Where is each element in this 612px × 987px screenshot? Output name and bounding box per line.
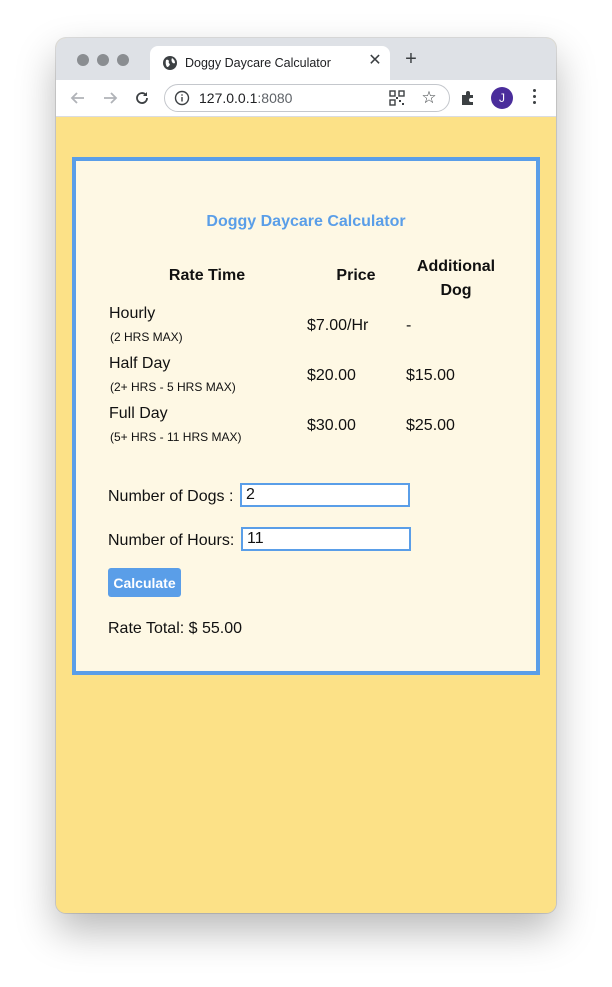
header-price: Price [336,267,376,284]
back-arrow-icon[interactable] [68,88,88,108]
address-bar[interactable]: 127.0.0.1:8080 ☆ [164,84,450,112]
reload-icon[interactable] [132,88,152,108]
rate-price: $30.00 [307,417,356,434]
rate-name: Half Day [109,355,171,372]
maximize-window-button[interactable] [117,54,129,66]
calculator-card: Doggy Daycare Calculator Rate Time Price… [72,157,540,675]
rate-note: (2+ HRS - 5 HRS MAX) [110,380,236,394]
browser-toolbar: 127.0.0.1:8080 ☆ J [56,80,556,117]
url-text: 127.0.0.1:8080 [199,90,292,106]
plus-icon[interactable]: + [402,49,420,69]
tab-title: Doggy Daycare Calculator [185,56,331,70]
page-viewport: Doggy Daycare Calculator Rate Time Price… [56,117,556,913]
hours-label: Number of Hours: [108,532,235,549]
header-rate-time: Rate Time [168,267,246,284]
page-title: Doggy Daycare Calculator [206,213,406,230]
dogs-input[interactable] [240,483,410,507]
rate-total: Rate Total: $ 55.00 [108,620,243,637]
rate-name: Full Day [109,405,168,422]
rate-additional: $25.00 [406,417,455,434]
url-host: 127.0.0.1 [199,90,258,106]
header-additional-dog: Additional Dog [396,255,516,303]
star-icon[interactable]: ☆ [419,88,439,108]
rate-additional: $15.00 [406,367,455,384]
rate-additional: - [406,317,412,334]
more-vert-icon[interactable] [528,89,540,107]
header-additional-line2: Dog [440,282,472,299]
rate-name: Hourly [109,305,156,322]
close-window-button[interactable] [77,54,89,66]
dogs-label: Number of Dogs : [108,488,234,505]
puzzle-extension-icon[interactable] [459,89,477,107]
url-port: :8080 [257,90,293,106]
hours-input[interactable] [241,527,411,551]
rate-row-half-day: Half Day (2+ HRS - 5 HRS MAX) $20.00 $15… [76,355,536,405]
rate-note: (5+ HRS - 11 HRS MAX) [110,430,242,444]
info-icon[interactable] [174,90,190,106]
header-additional-line1: Additional [416,258,496,275]
calculate-button[interactable]: Calculate [108,568,181,597]
minimize-window-button[interactable] [97,54,109,66]
close-icon[interactable]: ✕ [366,52,384,70]
forward-arrow-icon[interactable] [100,88,120,108]
rate-price: $20.00 [307,367,356,384]
active-tab[interactable]: Doggy Daycare Calculator ✕ [150,46,390,80]
rate-row-hourly: Hourly (2 HRS MAX) $7.00/Hr - [76,305,536,355]
profile-avatar[interactable]: J [491,87,513,109]
browser-window: Doggy Daycare Calculator ✕ + 127.0.0.1:8… [56,38,556,913]
rate-row-full-day: Full Day (5+ HRS - 11 HRS MAX) $30.00 $2… [76,405,536,455]
globe-icon [163,56,177,70]
tab-strip: Doggy Daycare Calculator ✕ + [56,38,556,80]
rate-note: (2 HRS MAX) [110,330,183,344]
rate-price: $7.00/Hr [307,317,369,334]
qr-code-icon[interactable] [389,90,405,106]
